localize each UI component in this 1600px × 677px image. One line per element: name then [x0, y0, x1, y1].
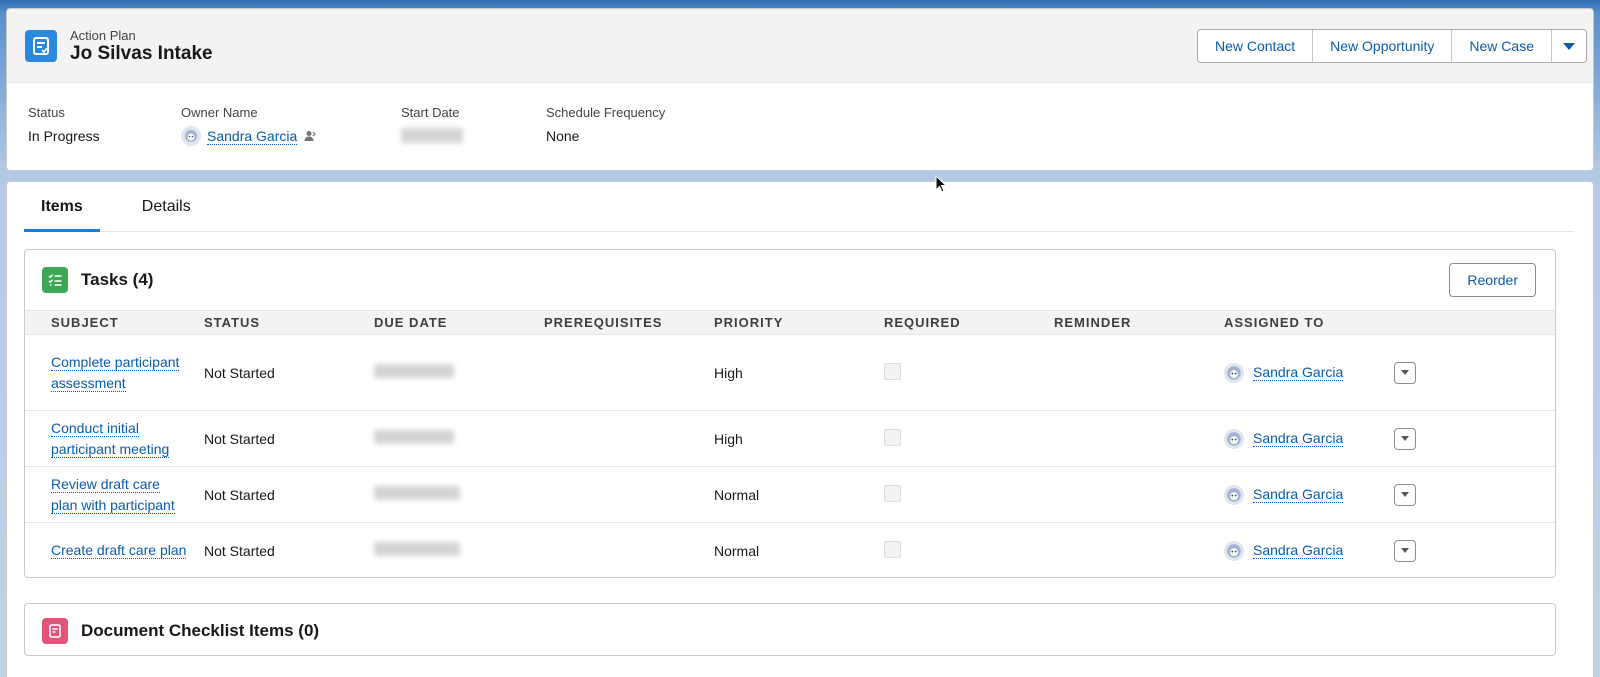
reorder-button[interactable]: Reorder [1449, 263, 1536, 297]
task-status: Not Started [204, 466, 374, 523]
assigned-to-link[interactable]: Sandra Garcia [1253, 486, 1344, 503]
main-content: Items Details Tasks (4) Reorder SUBJECT … [6, 181, 1594, 677]
required-checkbox [884, 484, 901, 502]
table-row: Complete participant assessment Not Star… [25, 334, 1555, 411]
schedule-frequency-value: None [546, 128, 580, 144]
document-checklist-related-list: Document Checklist Items (0) [24, 603, 1556, 656]
task-reminder [1054, 466, 1224, 523]
table-header-row: SUBJECT STATUS DUE DATE PREREQUISITES PR… [25, 310, 1555, 335]
document-checklist-title: Document Checklist Items (0) [81, 621, 320, 640]
task-priority: Normal [714, 466, 884, 523]
task-prerequisites [544, 522, 714, 577]
task-status: Not Started [204, 410, 374, 467]
change-owner-icon[interactable] [303, 129, 317, 143]
assigned-to-link[interactable]: Sandra Garcia [1253, 542, 1344, 559]
task-status: Not Started [204, 522, 374, 577]
chevron-down-icon [1401, 548, 1409, 553]
status-value: In Progress [28, 128, 100, 144]
chevron-down-icon [1401, 436, 1409, 441]
task-prerequisites [544, 410, 714, 467]
row-actions-button[interactable] [1394, 483, 1416, 506]
task-due-date [374, 364, 454, 378]
avatar [181, 126, 201, 146]
avatar [1224, 428, 1244, 449]
row-actions-button[interactable] [1394, 361, 1416, 384]
tasks-related-list: Tasks (4) Reorder SUBJECT STATUS DUE DAT… [24, 249, 1556, 578]
record-title-bar: Action Plan Jo Silvas Intake New Contact… [7, 9, 1593, 83]
record-title: Jo Silvas Intake [70, 43, 213, 64]
status-label: Status [28, 105, 65, 120]
action-plan-icon [25, 30, 57, 62]
task-list-icon [42, 267, 68, 293]
tab-items[interactable]: Items [24, 182, 100, 232]
highlights-panel: Status In Progress Owner Name Sandra Gar… [7, 83, 1593, 170]
avatar [1224, 362, 1244, 383]
new-contact-button[interactable]: New Contact [1197, 30, 1314, 62]
chevron-down-icon [1401, 492, 1409, 497]
task-status: Not Started [204, 334, 374, 411]
task-subject-link[interactable]: Review draft care plan with participant [51, 476, 175, 514]
assigned-to-link[interactable]: Sandra Garcia [1253, 430, 1344, 447]
assigned-to-link[interactable]: Sandra Garcia [1253, 364, 1344, 381]
tasks-title: Tasks (4) [81, 270, 154, 289]
document-checklist-icon [42, 618, 68, 644]
task-priority: High [714, 410, 884, 467]
header-action-buttons: New Contact New Opportunity New Case [1196, 29, 1587, 63]
task-reminder [1054, 522, 1224, 577]
table-row: Review draft care plan with participant … [25, 466, 1555, 523]
required-checkbox [884, 428, 901, 446]
avatar [1224, 540, 1244, 561]
task-subject-link[interactable]: Create draft care plan [51, 542, 187, 560]
start-date-field: Start Date [401, 105, 463, 148]
more-actions-button[interactable] [1552, 30, 1586, 62]
column-header-required: REQUIRED [884, 310, 1054, 335]
chevron-down-icon [1401, 370, 1409, 375]
task-due-date [374, 430, 454, 444]
tab-details[interactable]: Details [125, 182, 208, 232]
schedule-frequency-field: Schedule Frequency None [546, 105, 665, 144]
row-actions-button[interactable] [1394, 427, 1416, 450]
column-header-due-date: DUE DATE [374, 310, 544, 335]
task-priority: High [714, 334, 884, 411]
table-row: Create draft care plan Not Started Norma… [25, 522, 1555, 577]
task-prerequisites [544, 334, 714, 411]
task-due-date [374, 486, 460, 500]
status-field: Status In Progress [28, 105, 100, 144]
table-row: Conduct initial participant meeting Not … [25, 410, 1555, 467]
start-date-label: Start Date [401, 105, 460, 120]
tasks-header: Tasks (4) Reorder [25, 250, 1555, 310]
new-case-button[interactable]: New Case [1452, 30, 1552, 62]
task-subject-link[interactable]: Complete participant assessment [51, 354, 180, 392]
object-type-label: Action Plan [70, 28, 136, 43]
task-reminder [1054, 410, 1224, 467]
column-header-priority: PRIORITY [714, 310, 884, 335]
new-opportunity-button[interactable]: New Opportunity [1313, 30, 1453, 62]
column-header-reminder: REMINDER [1054, 310, 1224, 335]
row-actions-button[interactable] [1394, 539, 1416, 562]
schedule-frequency-label: Schedule Frequency [546, 105, 666, 120]
column-header-assigned-to: ASSIGNED TO [1224, 310, 1394, 335]
chevron-down-icon [1563, 43, 1575, 50]
mouse-cursor-icon [935, 175, 947, 193]
owner-link[interactable]: Sandra Garcia [207, 128, 298, 145]
required-checkbox [884, 540, 901, 558]
task-reminder [1054, 334, 1224, 411]
required-checkbox [884, 362, 901, 380]
start-date-value [401, 128, 463, 143]
task-due-date [374, 542, 460, 556]
tasks-table: SUBJECT STATUS DUE DATE PREREQUISITES PR… [25, 310, 1555, 577]
owner-label: Owner Name [181, 105, 258, 120]
tab-bar: Items Details [24, 182, 1574, 232]
column-header-status: STATUS [204, 310, 374, 335]
task-subject-link[interactable]: Conduct initial participant meeting [51, 420, 170, 458]
avatar [1224, 484, 1244, 505]
task-prerequisites [544, 466, 714, 523]
column-header-subject: SUBJECT [51, 310, 204, 335]
owner-field: Owner Name Sandra Garcia [181, 105, 317, 146]
record-header: Action Plan Jo Silvas Intake New Contact… [6, 8, 1594, 171]
column-header-prerequisites: PREREQUISITES [544, 310, 714, 335]
task-priority: Normal [714, 522, 884, 577]
